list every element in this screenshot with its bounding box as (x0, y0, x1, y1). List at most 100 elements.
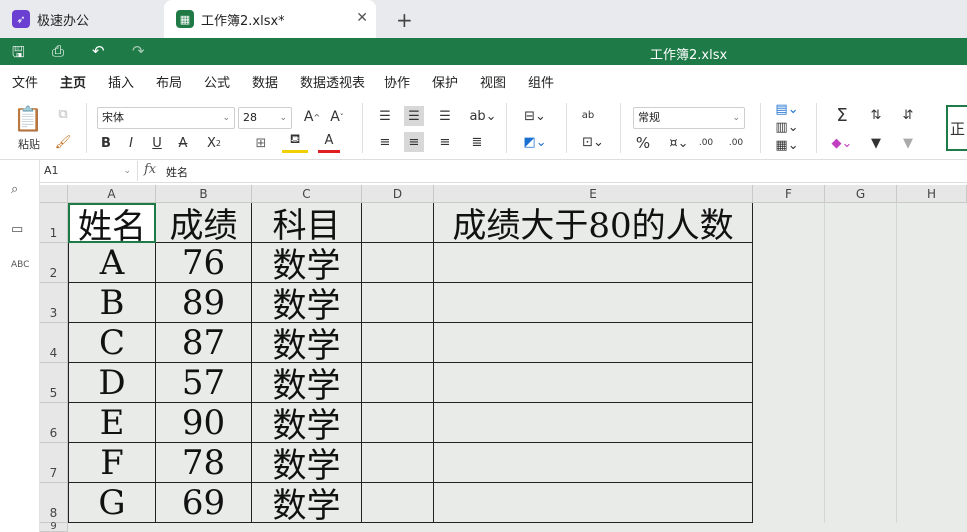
cell-e5[interactable] (434, 363, 753, 403)
row-header-2[interactable]: 2 (40, 243, 68, 283)
cell-a2[interactable]: A (68, 243, 156, 283)
row-header-8[interactable]: 8 (40, 483, 68, 523)
row-header-9[interactable]: 9 (40, 522, 68, 532)
percent-icon[interactable]: % (633, 133, 653, 153)
menu-home[interactable]: 主页 (60, 72, 86, 97)
column-header-a[interactable]: A (68, 185, 156, 203)
orientation-icon[interactable]: ab⌄ (468, 107, 498, 125)
name-box[interactable]: A1 ⌄ (40, 161, 138, 181)
cell-d2[interactable] (362, 243, 434, 283)
undo-icon[interactable]: ↶ (92, 42, 105, 60)
cell-b7[interactable]: 78 (156, 443, 252, 483)
bold-icon[interactable]: B (97, 133, 115, 153)
align-right-icon[interactable]: ≡ (436, 133, 454, 151)
cell-b3[interactable]: 89 (156, 283, 252, 323)
cell-e4[interactable] (434, 323, 753, 363)
cell-a7[interactable]: F (68, 443, 156, 483)
filter-icon[interactable]: ▼ (866, 133, 886, 153)
cell-a1-selected[interactable]: 姓名 (68, 203, 156, 243)
underline-icon[interactable]: U (148, 133, 166, 153)
cell-d8[interactable] (362, 483, 434, 523)
menu-insert[interactable]: 插入 (108, 72, 134, 91)
format-cells-icon[interactable]: ▦⌄ (772, 137, 802, 153)
cell-style-preview[interactable]: 正 (946, 105, 967, 151)
decrease-font-icon[interactable]: Aˇ (328, 107, 346, 127)
cell-b2[interactable]: 76 (156, 243, 252, 283)
row-header-3[interactable]: 3 (40, 283, 68, 323)
subscript-icon[interactable]: X2 (200, 133, 228, 153)
new-tab-button[interactable]: + (396, 8, 413, 32)
clear-filter-icon[interactable]: ▼ (898, 133, 918, 153)
cell-c8[interactable]: 数学 (252, 483, 362, 523)
align-top-icon[interactable]: ☰ (376, 107, 394, 125)
menu-view[interactable]: 视图 (480, 72, 506, 91)
menu-data[interactable]: 数据 (252, 72, 278, 91)
cell-e7[interactable] (434, 443, 753, 483)
row-header-7[interactable]: 7 (40, 443, 68, 483)
increase-font-icon[interactable]: A ^ (303, 107, 321, 127)
align-middle-icon[interactable]: ☰ (404, 106, 424, 126)
cell-a5[interactable]: D (68, 363, 156, 403)
sort-descending-icon[interactable]: ⇵ (898, 105, 918, 125)
column-header-g[interactable]: G (825, 185, 897, 203)
formula-input[interactable]: 姓名 (166, 164, 188, 180)
fill-color-icon[interactable]: ⛾ (282, 131, 308, 153)
row-header-4[interactable]: 4 (40, 323, 68, 363)
cell-c1[interactable]: 科目 (252, 203, 362, 243)
cell-d7[interactable] (362, 443, 434, 483)
cell-a6[interactable]: E (68, 403, 156, 443)
comment-icon[interactable]: ▭ (11, 222, 23, 237)
column-header-d[interactable]: D (362, 185, 434, 203)
cell-b8[interactable]: 69 (156, 483, 252, 523)
insert-shape-icon[interactable]: ◩⌄ (520, 133, 550, 151)
row-header-6[interactable]: 6 (40, 403, 68, 443)
cell-c2[interactable]: 数学 (252, 243, 362, 283)
cell-b6[interactable]: 90 (156, 403, 252, 443)
cell-d4[interactable] (362, 323, 434, 363)
cell-d1[interactable] (362, 203, 434, 243)
cell-c6[interactable]: 数学 (252, 403, 362, 443)
column-header-e[interactable]: E (434, 185, 753, 203)
cell-d3[interactable] (362, 283, 434, 323)
menu-collaborate[interactable]: 协作 (384, 72, 410, 91)
cell-a8[interactable]: G (68, 483, 156, 523)
column-header-h[interactable]: H (897, 185, 967, 203)
clear-icon[interactable]: ◆⌄ (828, 133, 856, 153)
number-format-select[interactable]: 常规 ⌄ (633, 107, 745, 129)
cell-e6[interactable] (434, 403, 753, 443)
cell-c3[interactable]: 数学 (252, 283, 362, 323)
cell-a4[interactable]: C (68, 323, 156, 363)
menu-layout[interactable]: 布局 (156, 72, 182, 91)
increase-decimal-icon[interactable]: .00 (696, 133, 716, 153)
row-header-1[interactable]: 1 (40, 203, 68, 243)
align-left-icon[interactable]: ≡ (376, 133, 394, 151)
cell-e1[interactable]: 成绩大于80的人数 (434, 203, 753, 243)
menu-components[interactable]: 组件 (528, 72, 554, 91)
justify-icon[interactable]: ≣ (468, 133, 486, 151)
italic-icon[interactable]: I (122, 133, 140, 153)
select-all-corner[interactable] (40, 185, 68, 203)
cell-e8[interactable] (434, 483, 753, 523)
cell-d6[interactable] (362, 403, 434, 443)
align-center-icon[interactable]: ≡ (404, 132, 424, 152)
column-header-f[interactable]: F (753, 185, 825, 203)
spell-check-icon[interactable]: ABC (11, 260, 29, 270)
cell-c5[interactable]: 数学 (252, 363, 362, 403)
save-icon[interactable]: 🖫 (12, 42, 25, 67)
border-icon[interactable]: ⊞ (248, 133, 274, 153)
close-icon[interactable]: ✕ (356, 10, 368, 26)
sort-ascending-icon[interactable]: ⇅ (866, 105, 886, 125)
function-icon[interactable]: fx (144, 162, 156, 177)
tab-home-app[interactable]: ➶ 极速办公 (0, 0, 152, 38)
font-name-select[interactable]: 宋体 ⌄ (97, 107, 235, 129)
cell-b5[interactable]: 57 (156, 363, 252, 403)
paste-label[interactable]: 粘贴 (14, 137, 44, 151)
cell-e2[interactable] (434, 243, 753, 283)
font-size-select[interactable]: 28 ⌄ (238, 107, 292, 129)
search-icon[interactable]: ⌕ (11, 182, 18, 197)
insert-cells-icon[interactable]: ▤⌄ (772, 101, 802, 117)
column-header-c[interactable]: C (252, 185, 362, 203)
cell-c7[interactable]: 数学 (252, 443, 362, 483)
currency-icon[interactable]: ¤⌄ (664, 133, 694, 153)
spelling-icon[interactable]: ab (578, 105, 598, 125)
